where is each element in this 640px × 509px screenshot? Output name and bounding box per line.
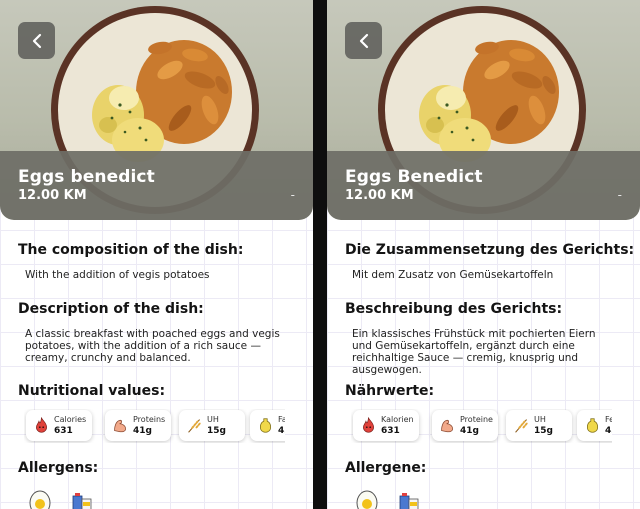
oil-bottle-icon xyxy=(260,418,271,433)
dish-price: 12.00 KM xyxy=(345,188,414,203)
dish-title-band: Eggs Benedict 12.00 KM - xyxy=(327,151,640,220)
egg-icon xyxy=(356,490,378,509)
composition-title: Die Zusammensetzung des Gerichts: xyxy=(345,242,635,258)
nutrient-value: 631 xyxy=(381,426,400,436)
back-button[interactable] xyxy=(18,22,55,59)
dish-photo: Eggs benedict 12.00 KM - xyxy=(0,0,313,220)
price-dash: - xyxy=(290,188,295,202)
nutrient-value: 41g xyxy=(133,426,152,436)
nutrient-card-carbs: UH 15g xyxy=(506,410,572,441)
dairy-icon xyxy=(72,493,92,509)
dish-detail-screen-english: Eggs benedict 12.00 KM - The composition… xyxy=(0,0,313,509)
dish-photo: Eggs Benedict 12.00 KM - xyxy=(327,0,640,220)
description-title: Beschreibung des Gerichts: xyxy=(345,301,563,317)
nutrient-label: Calories xyxy=(54,415,87,424)
bicep-icon xyxy=(441,419,453,433)
nutrient-card-calories: Kalorien 631 xyxy=(353,410,419,441)
nutrient-card-fat: Fa 45 xyxy=(250,410,285,441)
nutrition-title: Nährwerte: xyxy=(345,383,435,399)
flame-icon xyxy=(363,417,374,433)
oil-bottle-icon xyxy=(587,418,598,433)
back-button[interactable] xyxy=(345,22,382,59)
nutrient-label: UH xyxy=(534,415,546,424)
price-dash: - xyxy=(617,188,622,202)
nutrition-cards-row[interactable]: Calories 631 Proteins 41g UH 15g Fa 4 xyxy=(24,409,285,443)
description-text: A classic breakfast with poached eggs an… xyxy=(25,328,280,364)
nutrient-card-proteins: Proteins 41g xyxy=(105,410,171,441)
chevron-left-icon xyxy=(359,33,368,48)
nutrient-value: 15g xyxy=(534,426,553,436)
allergens-title: Allergens: xyxy=(18,460,99,476)
nutrient-label: Proteine xyxy=(460,415,493,424)
nutrient-value: 45 xyxy=(605,426,612,436)
nutrient-card-fat: Fe 45 xyxy=(577,410,612,441)
bicep-icon xyxy=(114,419,126,433)
nutrient-card-proteins: Proteine 41g xyxy=(432,410,498,441)
allergens-title: Allergene: xyxy=(345,460,427,476)
wheat-icon xyxy=(188,419,201,433)
nutrient-value: 45 xyxy=(278,426,285,436)
nutrition-cards-row[interactable]: Kalorien 631 Proteine 41g UH 15g Fe 4 xyxy=(351,409,612,443)
nutrient-value: 631 xyxy=(54,426,73,436)
egg-icon xyxy=(29,490,51,509)
chevron-left-icon xyxy=(32,33,41,48)
composition-text: With the addition of vegis potatoes xyxy=(25,269,210,281)
nutrient-label: Fe xyxy=(605,415,612,424)
nutrient-label: Fa xyxy=(278,415,285,424)
dish-title-band: Eggs benedict 12.00 KM - xyxy=(0,151,313,220)
composition-title: The composition of the dish: xyxy=(18,242,244,258)
dish-price: 12.00 KM xyxy=(18,188,87,203)
dairy-icon xyxy=(399,493,419,509)
nutrient-value: 41g xyxy=(460,426,479,436)
nutrient-label: UH xyxy=(207,415,219,424)
description-title: Description of the dish: xyxy=(18,301,204,317)
nutrient-label: Kalorien xyxy=(381,415,414,424)
wheat-icon xyxy=(515,419,528,433)
nutrient-value: 15g xyxy=(207,426,226,436)
dish-name: Eggs benedict xyxy=(18,167,155,187)
dish-detail-screen-german: Eggs Benedict 12.00 KM - Die Zusammenset… xyxy=(327,0,640,509)
nutrient-label: Proteins xyxy=(133,415,166,424)
nutrient-card-carbs: UH 15g xyxy=(179,410,245,441)
dish-name: Eggs Benedict xyxy=(345,167,483,187)
flame-icon xyxy=(36,417,47,433)
description-text: Ein klassisches Frühstück mit pochierten… xyxy=(352,328,596,376)
nutrient-card-calories: Calories 631 xyxy=(26,410,92,441)
nutrition-title: Nutritional values: xyxy=(18,383,166,399)
composition-text: Mit dem Zusatz von Gemüsekartoffeln xyxy=(352,269,554,281)
